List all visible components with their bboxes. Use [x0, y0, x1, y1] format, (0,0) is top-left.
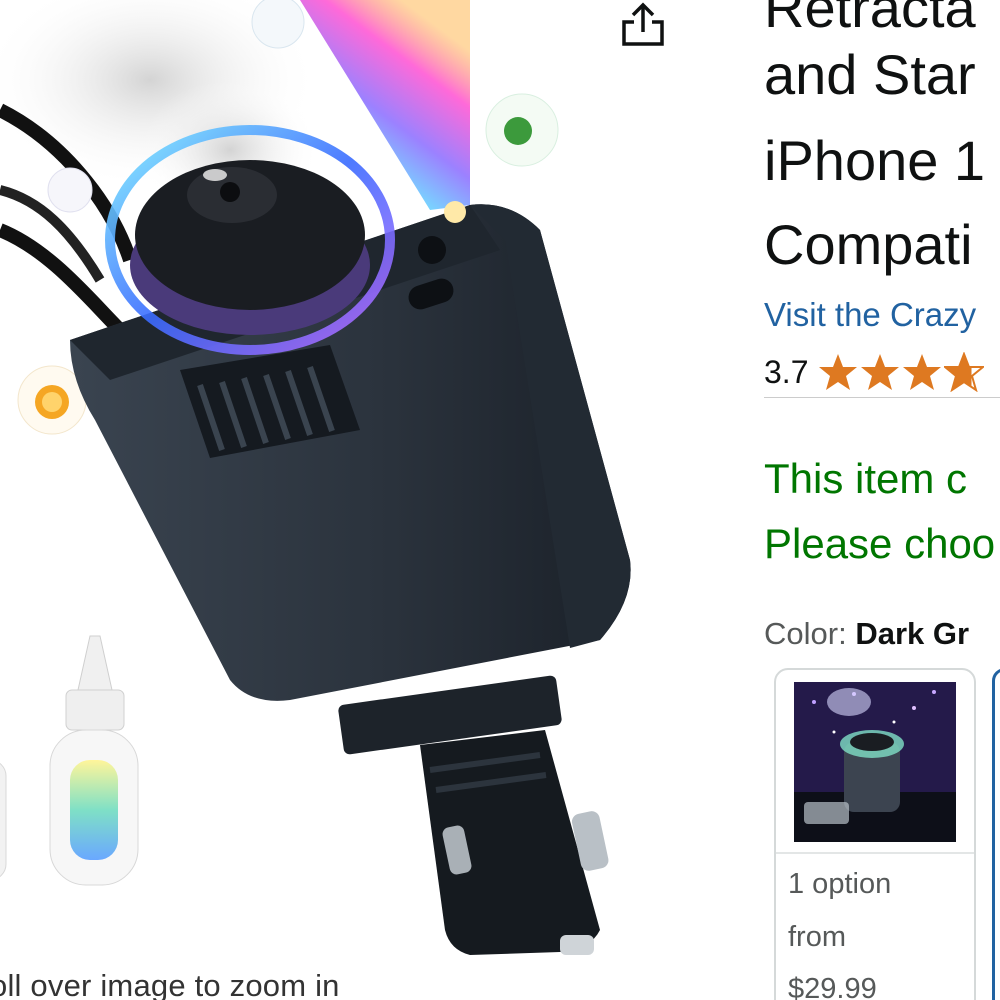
share-icon[interactable]	[616, 0, 670, 50]
availability-line-2: Please choo	[764, 520, 996, 567]
swatch-option-count: 1 option	[788, 868, 892, 900]
product-info-panel: Retracta and Star iPhone 1 Compati Visit…	[764, 0, 1000, 1000]
section-divider	[764, 397, 1000, 398]
product-title-line-2: and Star	[764, 43, 976, 106]
color-swatch-option[interactable]: 1 option from $29.99	[774, 668, 976, 1000]
swatch-from-label: from	[788, 921, 846, 953]
star-icon	[861, 354, 900, 390]
star-icon	[819, 354, 858, 390]
color-label: Color:	[764, 616, 847, 651]
visit-store-link[interactable]: Visit the Crazy	[764, 296, 976, 334]
swatch-price: $29.99	[788, 973, 877, 1000]
swatch-separator	[776, 852, 974, 854]
rating-row: 3.7	[764, 350, 985, 394]
color-swatch-option-selected[interactable]	[992, 668, 1000, 1000]
rating-value: 3.7	[764, 353, 809, 390]
product-title-line-4: Compati	[764, 213, 973, 276]
star-icon	[903, 354, 942, 390]
product-title-line-1: Retracta	[764, 0, 976, 39]
product-title-line-3: iPhone 1	[764, 129, 986, 192]
selected-color: Dark Gr	[855, 616, 970, 651]
product-main-image[interactable]: oll over image to zoom in	[0, 0, 700, 1000]
star-rating[interactable]	[818, 352, 985, 392]
car-diffuser-illustration	[0, 0, 631, 955]
swatch-thumbnail	[794, 682, 956, 842]
star-half-icon	[944, 352, 985, 392]
zoom-hint: oll over image to zoom in	[0, 968, 340, 1000]
color-selector-label: Color: Dark Gr	[764, 616, 969, 652]
availability-line-1: This item c	[764, 455, 968, 502]
